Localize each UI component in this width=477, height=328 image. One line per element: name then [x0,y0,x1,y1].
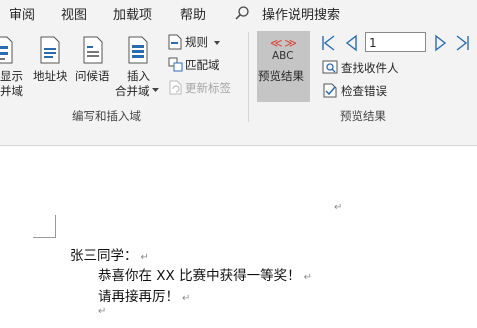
tab-view[interactable]: 视图 [61,4,87,23]
find-recipient-label: 查找收件人 [341,61,399,75]
tab-review[interactable]: 审阅 [9,4,35,23]
highlight-fields-icon [0,36,14,64]
update-labels-icon [168,80,183,95]
search-icon[interactable] [234,5,250,21]
rules-dropdown-icon [214,41,220,45]
check-errors-icon [322,83,338,98]
preview-results-label: 预览结果 [258,69,304,83]
update-labels-label: 更新标签 [185,81,231,95]
preview-results-button[interactable]: ≪ ≫ ABC 预览结果 [257,31,310,102]
group-label-write-insert: 编写和插入域 [72,109,141,123]
address-block-icon [39,36,61,64]
greeting-line-label: 问候语 [75,69,110,83]
insert-merge-field-label-1: 插入 [127,69,150,83]
address-block-label: 地址块 [33,69,68,83]
tab-help[interactable]: 帮助 [180,4,206,23]
group-separator [248,32,249,122]
doc-line-encourage[interactable]: 请再接再厉！ ↵ [98,285,190,305]
record-number-input[interactable]: 1 [365,32,426,52]
paragraph-mark-2: ↵ [303,272,312,283]
highlight-fields-label-2: 并域 [0,84,23,98]
rules-icon [168,34,182,50]
menu-bar: 审阅 视图 加载项 帮助 操作说明搜索 [0,0,477,24]
tab-addins[interactable]: 加载项 [113,4,152,23]
insert-merge-field-icon [127,36,149,64]
check-errors-label: 检查错误 [341,84,387,98]
doc-line-salutation[interactable]: 张三同学： ↵ [70,244,149,264]
tell-me-search[interactable]: 操作说明搜索 [262,4,340,23]
previous-record-icon[interactable] [343,34,359,52]
rules-label: 规则 [185,35,208,49]
doc-line-3-text: 请再接再厉！ [98,289,179,305]
match-fields-icon [168,57,183,72]
doc-line-1-text: 张三同学： [70,248,138,264]
margin-corner-vertical [55,215,56,238]
doc-line-congrats[interactable]: 恭喜你在 XX 比赛中获得一等奖！ ↵ [98,264,312,284]
ribbon-group-labels-bar [0,126,477,146]
paragraph-mark-1: ↵ [140,252,149,263]
document-area[interactable] [0,146,477,328]
highlight-fields-label-1: 显示 [0,69,23,83]
doc-line-2-text: 恭喜你在 XX 比赛中获得一等奖！ [98,268,301,284]
preview-abc-text: ABC [272,50,294,62]
first-record-icon[interactable] [320,34,336,52]
find-recipient-icon [322,60,338,75]
preview-arrows-icon: ≪ ≫ [270,36,297,50]
paragraph-mark-4: ↵ [98,306,107,317]
insert-merge-field-label-2: 合并域 [115,84,150,98]
next-record-icon[interactable] [433,34,449,52]
margin-corner-horizontal [33,237,55,238]
match-fields-label: 匹配域 [185,58,220,72]
last-record-icon[interactable] [455,34,471,52]
chevron-down-icon [152,88,159,93]
group-label-preview-results: 预览结果 [340,109,386,123]
empty-paragraph-mark: ↵ [334,202,343,213]
paragraph-mark-3: ↵ [182,293,191,304]
greeting-line-icon [82,36,104,64]
